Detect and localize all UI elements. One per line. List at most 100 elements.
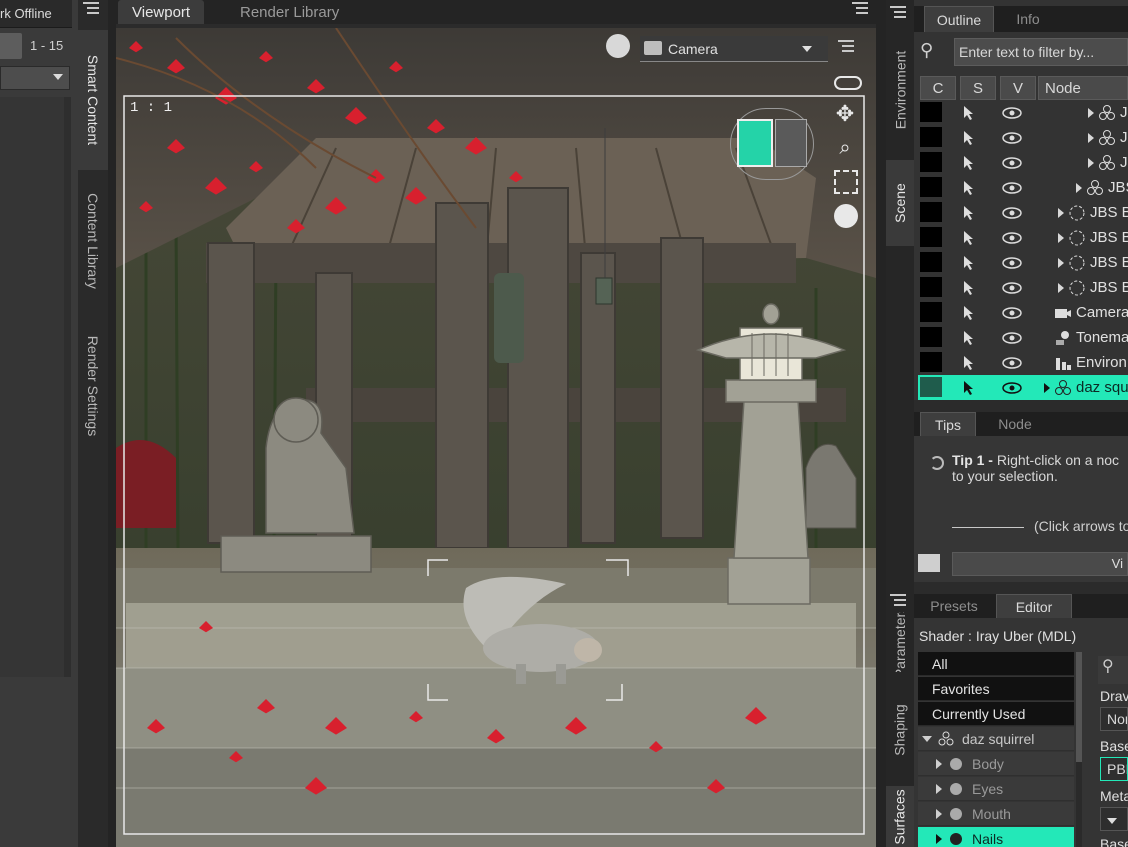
color-swatch[interactable] [920, 102, 942, 122]
tab-node[interactable]: Node [980, 412, 1050, 436]
base-value[interactable]: PBR [1100, 757, 1128, 781]
color-swatch[interactable] [920, 302, 942, 322]
3d-viewport[interactable]: 1 : 1 Camera ✥ ⌕ [116, 28, 876, 847]
category-dropdown[interactable] [0, 66, 70, 90]
expand-arrow-icon[interactable] [1088, 133, 1094, 143]
outline-row-selected[interactable]: daz squ [918, 375, 1128, 400]
surface-node[interactable]: Body [918, 752, 1074, 776]
expand-arrow-icon[interactable] [1088, 108, 1094, 118]
metallic-value[interactable] [1100, 807, 1128, 831]
viewport-options-icon[interactable] [838, 40, 854, 54]
expand-arrow-icon[interactable] [936, 758, 942, 769]
view-tip-button[interactable]: Vi [952, 552, 1128, 576]
color-swatch[interactable] [920, 377, 942, 397]
expand-arrow-icon[interactable] [1076, 183, 1082, 193]
tab-surfaces[interactable]: Surfaces [886, 786, 914, 847]
outline-row[interactable]: Environ [918, 350, 1128, 375]
surface-node[interactable]: Mouth [918, 802, 1074, 826]
outline-row[interactable]: JBS Ba [918, 250, 1128, 275]
expand-arrow-icon[interactable] [1058, 258, 1064, 268]
draw-value[interactable]: Nor [1100, 707, 1128, 731]
color-swatch[interactable] [920, 152, 942, 172]
outline-row[interactable]: Tonema [918, 325, 1128, 350]
selectable-cursor-icon[interactable] [962, 155, 978, 171]
visibility-eye-icon[interactable] [1002, 232, 1022, 244]
expand-arrow-icon[interactable] [936, 808, 942, 819]
surface-scrollbar[interactable] [1076, 652, 1082, 847]
camera-dropdown[interactable]: Camera [640, 36, 828, 62]
visibility-eye-icon[interactable] [1002, 307, 1022, 319]
tab-render-library[interactable]: Render Library [226, 0, 353, 24]
column-c[interactable]: C [920, 76, 956, 100]
visibility-eye-icon[interactable] [1002, 357, 1022, 369]
visibility-eye-icon[interactable] [1002, 332, 1022, 344]
color-swatch[interactable] [920, 352, 942, 372]
expand-arrow-icon[interactable] [1058, 208, 1064, 218]
outline-row[interactable]: JB [918, 100, 1128, 125]
clapperboard-icon[interactable] [918, 554, 940, 572]
tab-parameters[interactable]: Parameters [886, 612, 914, 672]
visibility-eye-icon[interactable] [1002, 182, 1022, 194]
viewport-menu-icon[interactable] [852, 2, 868, 16]
color-swatch[interactable] [920, 177, 942, 197]
tab-presets[interactable]: Presets [918, 594, 990, 618]
render-preview-sphere-icon[interactable] [606, 34, 630, 58]
selectable-cursor-icon[interactable] [962, 105, 978, 121]
visibility-eye-icon[interactable] [1002, 132, 1022, 144]
tab-smart-content[interactable]: Smart Content [78, 30, 108, 170]
category-favorites[interactable]: Favorites [918, 677, 1074, 701]
visibility-eye-icon[interactable] [1002, 207, 1022, 219]
visibility-eye-icon[interactable] [1002, 382, 1022, 394]
expand-arrow-icon[interactable] [936, 833, 942, 844]
selectable-cursor-icon[interactable] [962, 330, 978, 346]
outline-row[interactable]: JBS Ba [918, 225, 1128, 250]
zoom-icon[interactable]: ⌕ [832, 136, 858, 162]
right-pane-menu-icon[interactable] [890, 6, 906, 20]
pan-icon[interactable]: ✥ [832, 102, 858, 128]
outline-row[interactable]: JB [918, 125, 1128, 150]
outline-row[interactable]: JBS Ba [918, 200, 1128, 225]
selectable-cursor-icon[interactable] [962, 305, 978, 321]
tab-outline[interactable]: Outline [924, 6, 994, 32]
content-list[interactable] [0, 97, 64, 677]
surface-figure-row[interactable]: daz squirrel [918, 727, 1074, 751]
column-node[interactable]: Node [1038, 76, 1128, 100]
camera-rotate-icon[interactable] [834, 76, 862, 90]
selectable-cursor-icon[interactable] [962, 230, 978, 246]
category-all[interactable]: All [918, 652, 1074, 676]
expand-arrow-icon[interactable] [1044, 383, 1050, 393]
expand-arrow-icon[interactable] [1058, 283, 1064, 293]
tab-tips[interactable]: Tips [920, 412, 976, 436]
selectable-cursor-icon[interactable] [962, 355, 978, 371]
selectable-cursor-icon[interactable] [962, 130, 978, 146]
color-swatch[interactable] [920, 227, 942, 247]
outline-row[interactable]: JB [918, 150, 1128, 175]
pane-menu-icon[interactable] [83, 2, 99, 16]
orbit-icon[interactable] [834, 204, 858, 228]
selectable-cursor-icon[interactable] [962, 280, 978, 296]
color-swatch[interactable] [920, 277, 942, 297]
surface-node-selected[interactable]: Nails [918, 827, 1074, 847]
color-swatch[interactable] [920, 327, 942, 347]
color-swatch[interactable] [920, 202, 942, 222]
view-cube-side-face[interactable] [775, 119, 807, 167]
selectable-cursor-icon[interactable] [962, 205, 978, 221]
selectable-cursor-icon[interactable] [962, 380, 978, 396]
column-s[interactable]: S [960, 76, 996, 100]
column-v[interactable]: V [1000, 76, 1036, 100]
visibility-eye-icon[interactable] [1002, 257, 1022, 269]
tab-viewport[interactable]: Viewport [118, 0, 205, 24]
tab-environment[interactable]: Environment [886, 30, 914, 150]
tab-render-settings[interactable]: Render Settings [78, 316, 108, 456]
surfaces-menu-icon[interactable] [890, 594, 906, 608]
outline-row[interactable]: JBS [918, 175, 1128, 200]
tab-content-library[interactable]: Content Library [78, 176, 108, 306]
visibility-eye-icon[interactable] [1002, 282, 1022, 294]
expand-arrow-icon[interactable] [1058, 233, 1064, 243]
category-currently-used[interactable]: Currently Used [918, 702, 1074, 726]
view-cube-front-face[interactable] [737, 119, 773, 167]
tab-shaping[interactable]: Shaping [886, 688, 914, 772]
page-field[interactable] [0, 33, 22, 59]
selectable-cursor-icon[interactable] [962, 180, 978, 196]
property-search-icon[interactable]: ⚲ [1098, 656, 1128, 684]
